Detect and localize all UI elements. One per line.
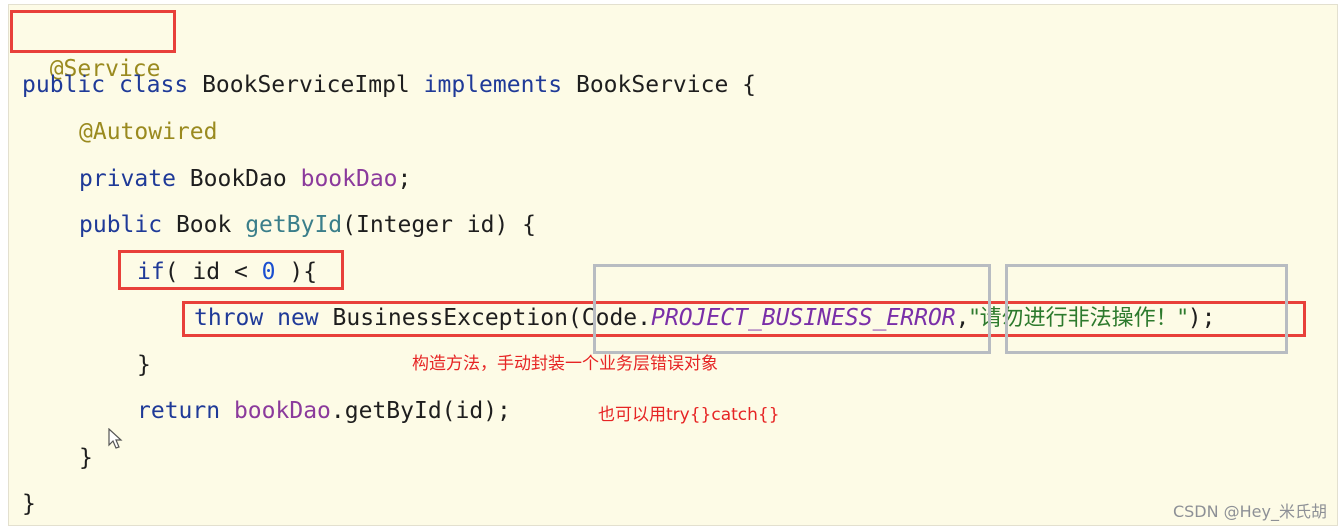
code-line-8: } — [137, 350, 151, 380]
code-line-5: public Book getById(Integer id) { — [79, 210, 536, 240]
field-bookdao: bookDao — [300, 166, 398, 192]
constructor-note: 构造方法，手动封装一个业务层错误对象 — [412, 354, 718, 374]
keyword-return: return — [137, 398, 221, 424]
code-line-11: } — [22, 489, 36, 519]
service-highlight-box — [10, 10, 176, 53]
code-line-10: } — [79, 443, 93, 473]
mouse-pointer-icon — [108, 428, 123, 449]
trycatch-note: 也可以用try{}catch{} — [598, 405, 780, 425]
if-highlight-box — [118, 250, 344, 290]
class-name: BookServiceImpl — [202, 72, 410, 98]
keyword-public: public — [79, 212, 163, 238]
keyword-public: public — [22, 72, 106, 98]
code-line-9: return bookDao.getById(id); — [137, 396, 511, 426]
keyword-class: class — [118, 72, 189, 98]
constant-gray-box — [593, 264, 991, 354]
keyword-private: private — [79, 166, 176, 192]
semicolon: ; — [397, 166, 412, 192]
field-bookdao-ref: bookDao — [233, 398, 331, 424]
return-type: Book — [175, 212, 232, 238]
watermark: CSDN @Hey_米氏胡 — [1172, 502, 1327, 521]
method-close-brace: } — [79, 445, 93, 471]
method-params: (Integer id) { — [342, 212, 537, 238]
if-close-brace: } — [137, 352, 151, 378]
method-name: getById — [245, 212, 343, 238]
return-call: .getById(id); — [330, 398, 511, 424]
class-close-brace: } — [22, 491, 36, 517]
autowired-annotation: @Autowired — [79, 119, 218, 145]
message-gray-box — [1005, 264, 1288, 354]
code-line-4: private BookDao bookDao; — [79, 164, 411, 194]
field-type: BookDao — [189, 166, 287, 192]
keyword-implements: implements — [423, 72, 563, 98]
interface-name: BookService { — [575, 72, 756, 98]
code-line-3: @Autowired — [79, 117, 217, 147]
code-line-2: public class BookServiceImpl implements … — [22, 70, 756, 100]
